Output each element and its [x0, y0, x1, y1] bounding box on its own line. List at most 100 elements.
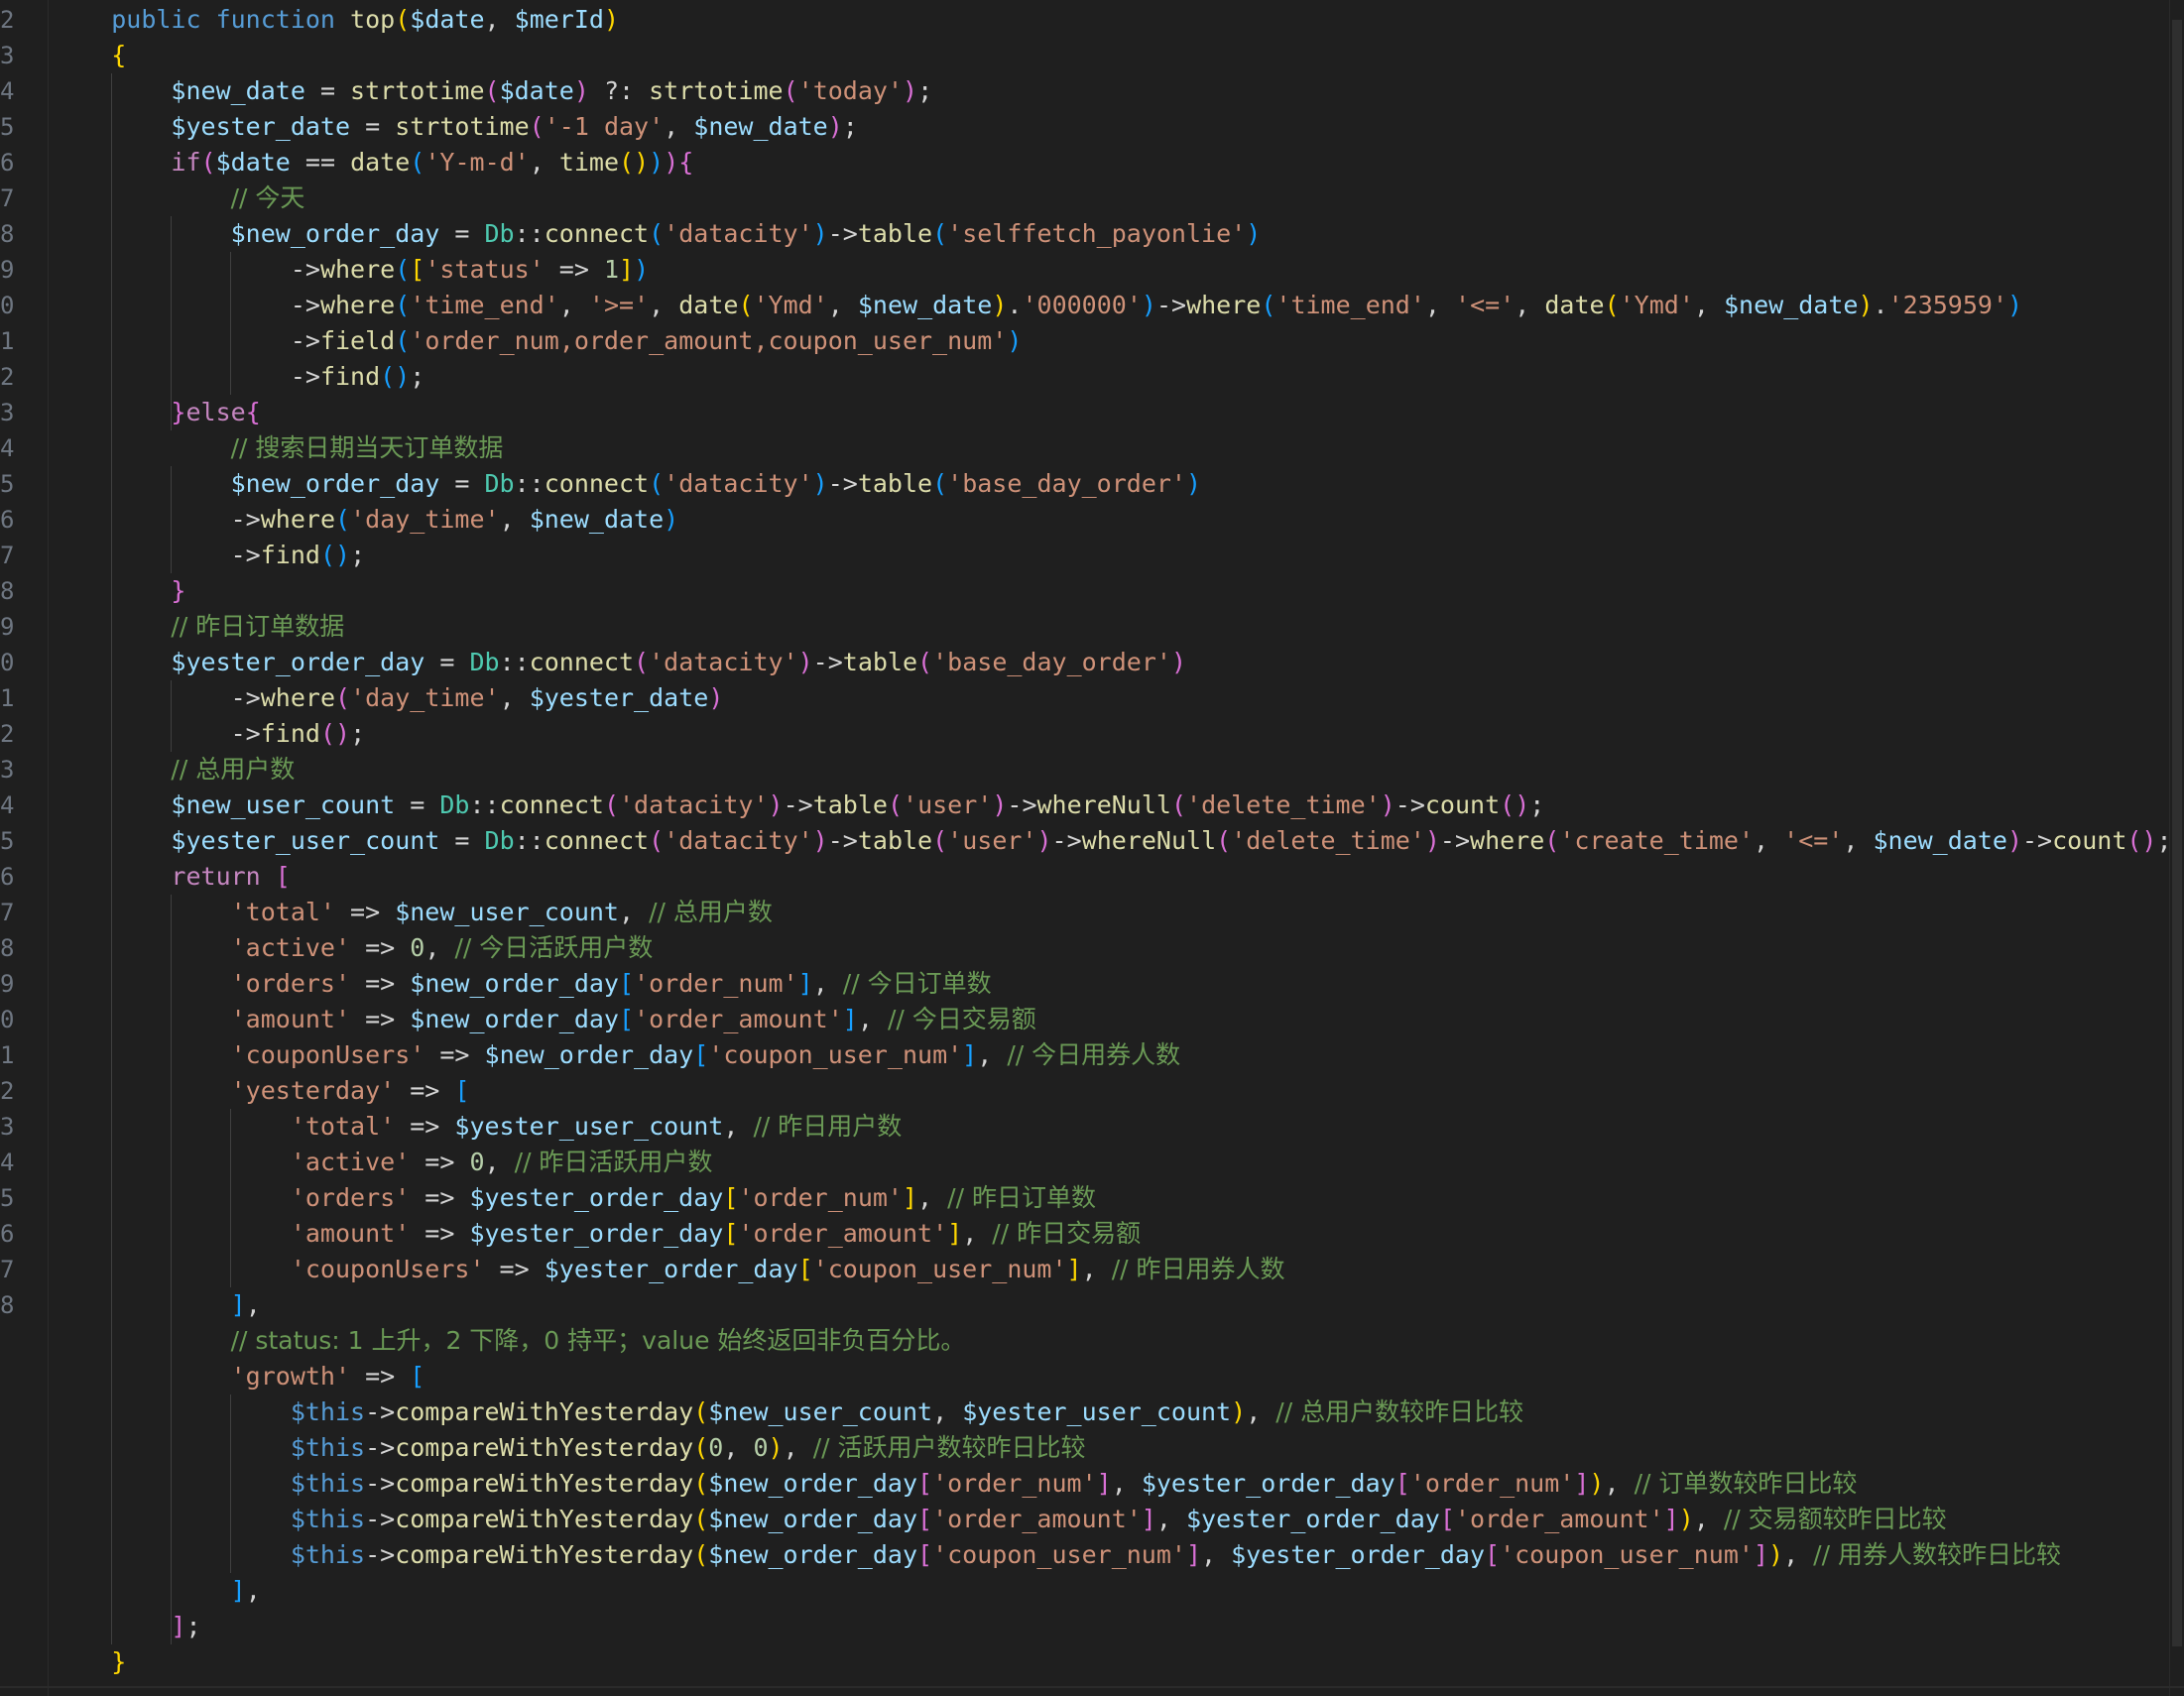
code-token: 'base_day_order': [947, 469, 1186, 498]
code-token: ->: [365, 1540, 396, 1569]
code-line[interactable]: ],: [52, 1573, 261, 1609]
code-token: ): [812, 219, 828, 248]
code-token: 'order_amount': [634, 1005, 843, 1033]
code-editor[interactable]: 2 3 4 5 6 7 8 9 0 1 2 3 4 5 6 7 8 9 0 1 2 3 4 5 6 7 8 9 0 1 2 3 4 5 6 7 8 pu…: [0, 0, 2184, 1696]
line-number: 4: [0, 434, 15, 462]
code-token: Db: [469, 648, 500, 676]
code-line[interactable]: return [: [52, 859, 290, 895]
code-line[interactable]: $new_user_count = Db::connect('datacity'…: [52, 787, 1544, 823]
line-number: 5: [0, 470, 15, 498]
code-token: 0: [753, 1433, 769, 1462]
code-line[interactable]: 'active' => 0, // 昨日活跃用户数: [52, 1145, 713, 1180]
code-line[interactable]: $this->compareWithYesterday(0, 0), // 活跃…: [52, 1430, 1086, 1466]
code-token: 'time_end': [410, 291, 559, 319]
code-line[interactable]: 'total' => $new_user_count, // 总用户数: [52, 895, 773, 930]
code-token: =>: [410, 1148, 470, 1176]
code-line[interactable]: 'active' => 0, // 今日活跃用户数: [52, 930, 654, 966]
code-token: (: [693, 1397, 709, 1426]
code-token: 'datacity': [619, 790, 769, 819]
code-token: ->: [365, 1505, 396, 1533]
code-line[interactable]: 'yesterday' => [: [52, 1073, 470, 1109]
code-token: ->: [1155, 291, 1187, 319]
code-token: field: [319, 326, 396, 355]
code-token: $yester_order_day: [171, 648, 425, 676]
code-line[interactable]: $yester_user_count = Db::connect('dataci…: [52, 823, 2171, 859]
code-line[interactable]: 'amount' => $new_order_day['order_amount…: [52, 1002, 1036, 1037]
code-line[interactable]: 'amount' => $yester_order_day['order_amo…: [52, 1216, 1141, 1252]
code-line[interactable]: ];: [52, 1609, 200, 1644]
code-line[interactable]: $this->compareWithYesterday($new_user_co…: [52, 1394, 1523, 1430]
code-line[interactable]: $yester_date = strtotime('-1 day', $new_…: [52, 109, 857, 145]
scrollbar-thumb[interactable]: [2172, 20, 2182, 1646]
code-line[interactable]: ->where('time_end', '>=', date('Ymd', $n…: [52, 288, 2022, 323]
code-token: (: [1604, 291, 1620, 319]
code-token: ->: [365, 1433, 396, 1462]
code-line[interactable]: {: [52, 38, 126, 73]
code-token: compareWithYesterday: [395, 1433, 694, 1462]
code-line[interactable]: ->field('order_num,order_amount,coupon_u…: [52, 323, 1023, 359]
code-line[interactable]: // 昨日订单数据: [52, 609, 344, 645]
code-token: // 昨日交易额: [992, 1219, 1142, 1248]
code-line[interactable]: ->where(['status' => 1]): [52, 252, 649, 288]
code-token: 'delete_time': [1186, 790, 1381, 819]
code-area[interactable]: public function top($date, $merId) { $ne…: [52, 0, 2184, 1696]
code-token: =: [304, 76, 351, 105]
code-line[interactable]: $new_order_day = Db::connect('datacity')…: [52, 466, 1201, 502]
code-line[interactable]: // 总用户数: [52, 752, 295, 787]
code-token: ): [812, 826, 828, 855]
code-line[interactable]: ],: [52, 1287, 261, 1323]
code-token: ->: [1439, 826, 1471, 855]
code-line[interactable]: ->find();: [52, 359, 425, 395]
code-token: 'base_day_order': [932, 648, 1171, 676]
code-line[interactable]: ->find();: [52, 716, 366, 752]
code-line[interactable]: $new_date = strtotime($date) ?: strtotim…: [52, 73, 932, 109]
code-token: ]: [230, 1290, 246, 1319]
code-line[interactable]: // status: 1 上升，2 下降，0 持平；value 始终返回非负百分…: [52, 1323, 966, 1359]
code-line[interactable]: $this->compareWithYesterday($new_order_d…: [52, 1466, 1858, 1502]
code-line[interactable]: ->where('day_time', $yester_date): [52, 680, 724, 716]
code-line[interactable]: }: [52, 1644, 126, 1680]
code-line[interactable]: $this->compareWithYesterday($new_order_d…: [52, 1537, 2061, 1573]
code-line[interactable]: $yester_order_day = Db::connect('datacit…: [52, 645, 1186, 680]
code-line[interactable]: 'couponUsers' => $yester_order_day['coup…: [52, 1252, 1285, 1287]
code-line[interactable]: // 今天: [52, 181, 305, 216]
code-line[interactable]: 'growth' => [: [52, 1359, 425, 1394]
vertical-scrollbar[interactable]: [2169, 0, 2184, 1696]
code-line[interactable]: 'total' => $yester_user_count, // 昨日用户数: [52, 1109, 902, 1145]
code-line[interactable]: }: [52, 573, 185, 609]
code-token: connect: [544, 219, 650, 248]
code-token: ->: [365, 1469, 396, 1498]
code-line[interactable]: // 搜索日期当天订单数据: [52, 430, 504, 466]
code-line[interactable]: }else{: [52, 395, 260, 430]
code-line[interactable]: $new_order_day = Db::connect('datacity')…: [52, 216, 1262, 252]
code-line[interactable]: 'couponUsers' => $new_order_day['coupon_…: [52, 1037, 1181, 1073]
line-number: 4: [0, 1149, 15, 1176]
code-token: Db: [484, 219, 515, 248]
code-token: }: [171, 576, 186, 605]
code-line[interactable]: ->find();: [52, 538, 366, 573]
code-token: '000000': [1022, 291, 1142, 319]
code-line[interactable]: if($date == date('Y-m-d', time())){: [52, 145, 693, 181]
code-token: ]: [1185, 1540, 1202, 1569]
code-token: =>: [410, 1219, 470, 1248]
editor-bottom-border: [0, 1686, 2184, 1688]
code-token: (: [529, 112, 545, 141]
line-number: 4: [0, 77, 15, 105]
code-token: // 昨日订单数据: [171, 612, 345, 641]
code-line[interactable]: $this->compareWithYesterday($new_order_d…: [52, 1502, 1947, 1537]
code-token: $new_order_day: [708, 1469, 918, 1498]
code-token: $yester_user_count: [962, 1397, 1232, 1426]
code-token: =: [439, 219, 485, 248]
code-line[interactable]: ->where('day_time', $new_date): [52, 502, 679, 538]
code-token: $this: [290, 1397, 366, 1426]
code-line[interactable]: 'orders' => $yester_order_day['order_num…: [52, 1180, 1096, 1216]
code-token: ?:: [588, 76, 650, 105]
code-token: ,: [1693, 1505, 1724, 1533]
code-token: (): [319, 719, 351, 748]
code-line[interactable]: 'orders' => $new_order_day['order_num'],…: [52, 966, 992, 1002]
line-number: 3: [0, 399, 15, 426]
code-line[interactable]: public function top($date, $merId): [52, 2, 619, 38]
